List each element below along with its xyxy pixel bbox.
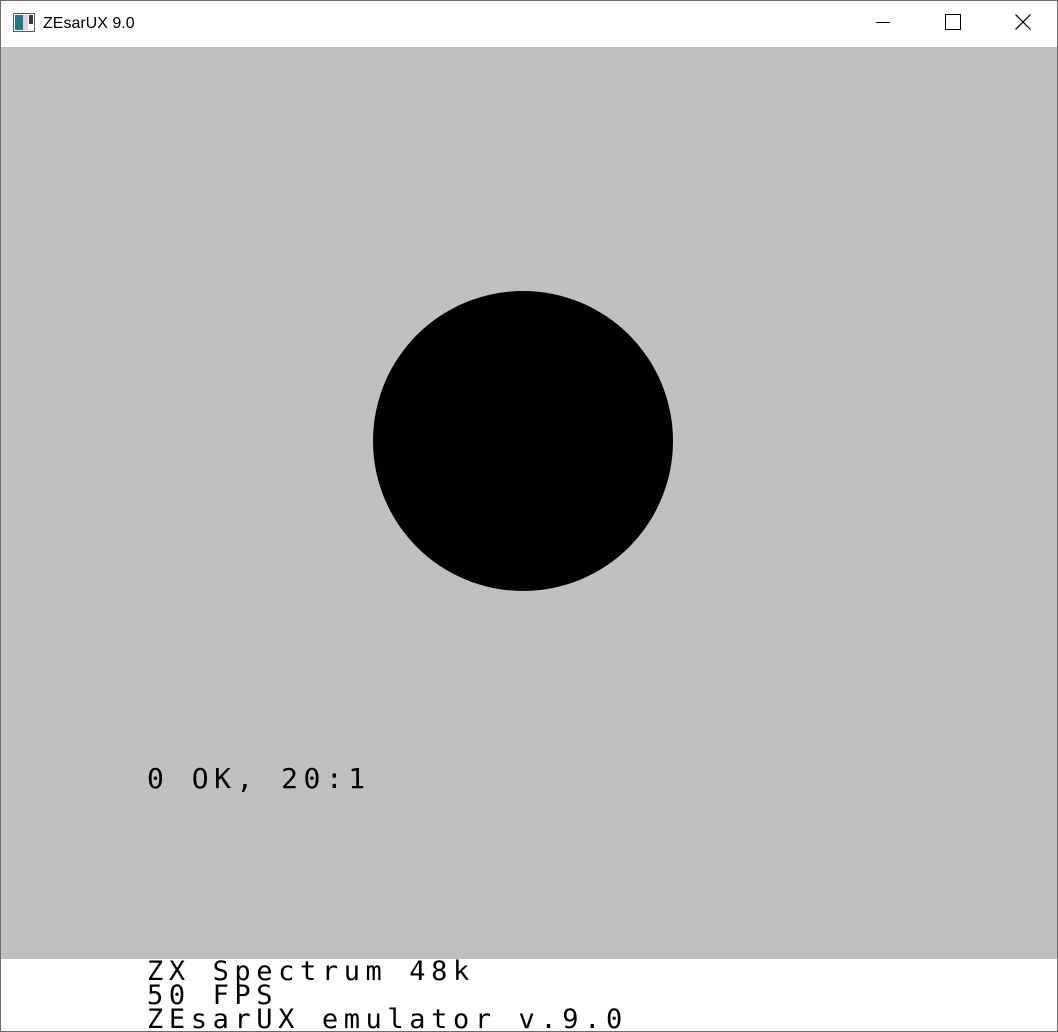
- zesarux-app-icon[interactable]: [13, 13, 35, 33]
- maximize-button[interactable]: [918, 1, 988, 47]
- title-bar[interactable]: ZEsarUX 9.0: [1, 1, 1057, 47]
- minimize-button[interactable]: [848, 1, 918, 47]
- maximize-icon: [945, 14, 961, 34]
- minimize-icon: [875, 14, 891, 34]
- close-button[interactable]: [988, 1, 1057, 47]
- emulator-version-label: ZEsarUX emulator v.9.0: [147, 1004, 628, 1032]
- close-icon: [1015, 14, 1031, 34]
- filled-circle-graphic: [373, 291, 673, 591]
- basic-status-message: 0 OK, 20:1: [147, 762, 371, 795]
- spectrum-display[interactable]: 0 OK, 20:1: [1, 47, 1057, 959]
- emulator-status-footer: ZX Spectrum 48k 50 FPS ZEsarUX emulator …: [1, 958, 1057, 1032]
- window-title: ZEsarUX 9.0: [43, 15, 135, 32]
- emulator-window: ZEsarUX 9.0 0 OK, 20:1 ZX Spectrum 48k 5…: [0, 0, 1058, 1032]
